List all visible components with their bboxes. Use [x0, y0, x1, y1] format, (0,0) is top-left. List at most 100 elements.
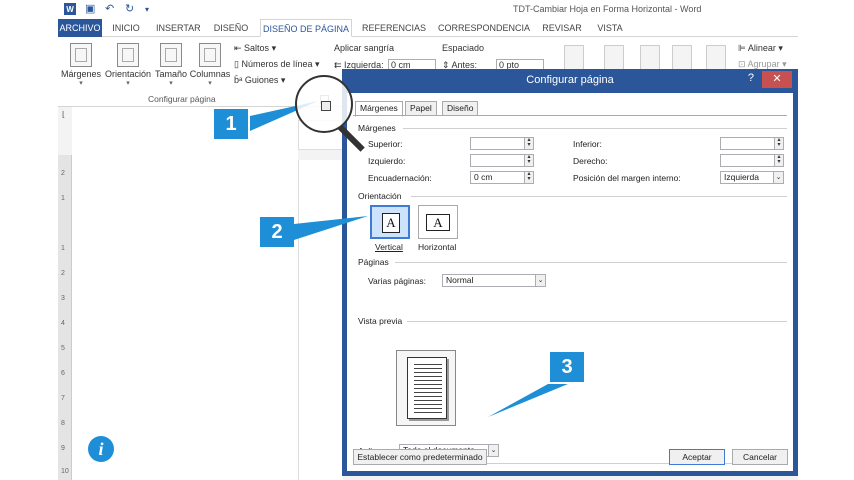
selection-pane-icon[interactable]: [706, 45, 726, 71]
quick-access-toolbar: W ▣ ↶ ↻ ▾: [64, 3, 156, 15]
multiple-pages-label: Varias páginas:: [368, 276, 426, 286]
breaks-button[interactable]: ⇤ Saltos ▾: [234, 43, 276, 54]
position-icon[interactable]: [564, 45, 584, 71]
tab-insertar[interactable]: INSERTAR: [156, 19, 201, 37]
line-numbers-button[interactable]: ▯ Números de línea ▾: [234, 59, 320, 70]
undo-icon[interactable]: ↶: [105, 3, 116, 15]
orientation-section-title: Orientación: [358, 191, 402, 201]
section-divider: [407, 321, 787, 322]
horizontal-label: Horizontal: [418, 242, 457, 252]
chevron-down-icon: ▾: [169, 80, 173, 87]
spinner-icon[interactable]: ▴ ▾: [524, 137, 534, 150]
columns-icon: [199, 43, 221, 67]
tab-diseno-de-pagina[interactable]: DISEÑO DE PÁGINA: [260, 19, 352, 37]
ruler-mark: 1: [61, 195, 65, 202]
redo-icon[interactable]: ↻: [125, 3, 136, 15]
hyphenation-button[interactable]: b̄ᵃ Guiones ▾: [234, 75, 285, 86]
spinner-icon[interactable]: ▴ ▾: [524, 154, 534, 167]
tab-inicio[interactable]: INICIO: [110, 19, 142, 37]
page-preview: [396, 350, 456, 426]
columns-label: Columnas: [189, 69, 231, 79]
orientation-button[interactable]: Orientación ▾: [103, 43, 153, 87]
margins-button[interactable]: Márgenes ▾: [60, 43, 102, 87]
margins-label: Márgenes: [60, 69, 102, 79]
ruler-mark: 2: [61, 170, 65, 177]
document-page-fragment: [298, 160, 343, 480]
spinner-icon[interactable]: ▴ ▾: [774, 154, 784, 167]
wrap-text-icon[interactable]: [604, 45, 624, 71]
ruler-mark: 9: [61, 445, 65, 452]
chevron-down-icon[interactable]: ⌄: [773, 171, 784, 184]
send-backward-icon[interactable]: [672, 45, 692, 71]
multiple-pages-select[interactable]: Normal ⌄: [442, 274, 546, 287]
horizontal-orientation-button[interactable]: A: [418, 205, 458, 239]
size-button[interactable]: Tamaño ▾: [154, 43, 188, 87]
save-icon[interactable]: ▣: [85, 3, 96, 15]
document-page[interactable]: [72, 107, 298, 480]
spinner-icon[interactable]: ▴ ▾: [774, 137, 784, 150]
columns-button[interactable]: Columnas ▾: [189, 43, 231, 87]
hyphenation-icon: b̄ᵃ: [234, 75, 245, 85]
dialog-body: Márgenes Papel Diseño Márgenes Superior:…: [347, 93, 793, 471]
help-icon[interactable]: ?: [748, 72, 754, 84]
izquierdo-input[interactable]: ▴ ▾: [470, 154, 534, 167]
bring-forward-icon[interactable]: [640, 45, 660, 71]
tab-stop-selector[interactable]: ⌊: [62, 110, 65, 119]
chevron-down-icon[interactable]: ⌄: [488, 444, 499, 457]
ruler-mark: 2: [61, 270, 65, 277]
indent-heading: Aplicar sangría: [334, 43, 395, 53]
align-button[interactable]: ⊫ Alinear ▾: [738, 43, 783, 54]
landscape-icon: A: [426, 214, 450, 231]
breaks-icon: ⇤: [234, 43, 245, 53]
izquierdo-label: Izquierdo:: [368, 156, 406, 166]
ruler-mark: 6: [61, 370, 65, 377]
cancel-button[interactable]: Cancelar: [732, 449, 788, 465]
page-setup-dialog: Configurar página ? ✕ Márgenes Papel Dis…: [342, 69, 798, 476]
ruler-mark: 3: [61, 295, 65, 302]
info-icon[interactable]: i: [88, 436, 114, 462]
tab-diseno-dialog[interactable]: Diseño: [442, 101, 479, 116]
section-divider: [411, 196, 787, 197]
tab-referencias[interactable]: REFERENCIAS: [362, 19, 426, 37]
chevron-down-icon[interactable]: ⌄: [535, 274, 546, 287]
tab-archivo[interactable]: ARCHIVO: [58, 19, 102, 37]
tab-diseno[interactable]: DISEÑO: [213, 19, 249, 37]
tab-revisar[interactable]: REVISAR: [542, 19, 582, 37]
ruler-mark: 4: [61, 320, 65, 327]
tab-correspondencia[interactable]: CORRESPONDENCIA: [438, 19, 530, 37]
inferior-label: Inferior:: [573, 139, 602, 149]
superior-input[interactable]: ▴ ▾: [470, 137, 534, 150]
tab-vista[interactable]: VISTA: [594, 19, 626, 37]
derecho-input[interactable]: ▴ ▾: [720, 154, 784, 167]
posicion-label: Posición del margen interno:: [573, 173, 681, 183]
portrait-icon: A: [382, 213, 400, 233]
spacing-heading: Espaciado: [442, 43, 485, 53]
title-bar: W ▣ ↶ ↻ ▾ TDT-Cambiar Hoja en Forma Hori…: [58, 0, 798, 19]
vertical-ruler: 2 1 1 2 3 4 5 6 7 8 9 10: [58, 155, 72, 480]
chevron-down-icon: ▾: [79, 80, 83, 87]
chevron-down-icon: ▾: [126, 80, 130, 87]
size-icon: [160, 43, 182, 67]
posicion-select[interactable]: Izquierda ⌄: [720, 171, 784, 184]
callout-2: 2: [260, 217, 294, 247]
vertical-orientation-button[interactable]: A: [370, 205, 410, 239]
section-divider: [403, 128, 787, 129]
encuadernacion-input[interactable]: 0 cm ▴ ▾: [470, 171, 534, 184]
ribbon-tabs: ARCHIVO INICIO INSERTAR DISEÑO DISEÑO DE…: [58, 19, 798, 37]
set-as-default-button[interactable]: Establecer como predeterminado: [353, 449, 487, 465]
chevron-down-icon: ▾: [208, 80, 212, 87]
ruler-mark: 8: [61, 420, 65, 427]
superior-label: Superior:: [368, 139, 403, 149]
ruler-mark: 1: [61, 245, 65, 252]
spinner-icon[interactable]: ▴ ▾: [524, 171, 534, 184]
inferior-input[interactable]: ▴ ▾: [720, 137, 784, 150]
customize-toolbar-icon[interactable]: ▾: [145, 4, 156, 15]
section-divider: [395, 262, 787, 263]
pages-section-title: Páginas: [358, 257, 389, 267]
ok-button[interactable]: Aceptar: [669, 449, 725, 465]
magnifier-icon: [295, 75, 365, 152]
preview-sheet: [407, 357, 447, 419]
orientation-label: Orientación: [104, 69, 152, 79]
close-icon[interactable]: ✕: [762, 71, 792, 88]
tab-papel[interactable]: Papel: [405, 101, 437, 116]
